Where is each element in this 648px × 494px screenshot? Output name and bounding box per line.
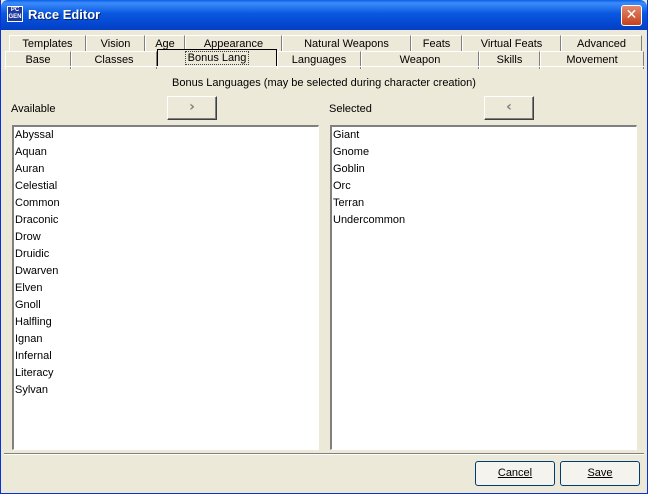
list-item[interactable]: Elven (14, 280, 318, 297)
cancel-button[interactable]: Cancel (475, 461, 555, 486)
list-item[interactable]: Aquan (14, 144, 318, 161)
window-title: Race Editor (28, 7, 101, 22)
list-item[interactable]: Terran (332, 195, 636, 212)
save-button[interactable]: Save (560, 461, 640, 486)
list-item[interactable]: Celestial (14, 178, 318, 195)
list-item[interactable]: Halfling (14, 314, 318, 331)
close-icon: ✕ (625, 7, 638, 23)
list-item[interactable]: Druidic (14, 246, 318, 263)
panel-caption: Bonus Languages (may be selected during … (172, 77, 476, 89)
app-icon: PC GEN (7, 6, 23, 22)
list-item[interactable]: Auran (14, 161, 318, 178)
close-button[interactable]: ✕ (621, 5, 642, 26)
list-item[interactable]: Orc (332, 178, 636, 195)
footer-divider (4, 453, 644, 455)
list-item[interactable]: Abyssal (14, 127, 318, 144)
list-item[interactable]: Dwarven (14, 263, 318, 280)
race-editor-window: PC GEN Race Editor ✕ Templates Vision Age… (0, 0, 648, 494)
list-item[interactable]: Giant (332, 127, 636, 144)
list-item[interactable]: Literacy (14, 365, 318, 382)
chevron-left-icon: ‹ (506, 99, 512, 115)
list-item[interactable]: Ignan (14, 331, 318, 348)
remove-language-button[interactable]: ‹ (484, 96, 534, 120)
title-bar[interactable]: PC GEN Race Editor ✕ (1, 0, 647, 30)
list-item[interactable]: Common (14, 195, 318, 212)
list-item[interactable]: Drow (14, 229, 318, 246)
available-label: Available (11, 103, 56, 115)
list-item[interactable]: Goblin (332, 161, 636, 178)
list-item[interactable]: Infernal (14, 348, 318, 365)
tab-bonus-lang[interactable]: Bonus Lang (157, 49, 277, 66)
add-language-button[interactable]: › (167, 96, 217, 120)
chevron-right-icon: › (189, 99, 195, 115)
selected-label: Selected (329, 103, 372, 115)
list-item[interactable]: Draconic (14, 212, 318, 229)
available-list[interactable]: Abyssal Aquan Auran Celestial Common Dra… (12, 125, 319, 450)
list-item[interactable]: Sylvan (14, 382, 318, 399)
list-item[interactable]: Gnome (332, 144, 636, 161)
list-item[interactable]: Undercommon (332, 212, 636, 229)
list-item[interactable]: Gnoll (14, 297, 318, 314)
selected-list[interactable]: Giant Gnome Goblin Orc Terran Undercommo… (330, 125, 637, 450)
